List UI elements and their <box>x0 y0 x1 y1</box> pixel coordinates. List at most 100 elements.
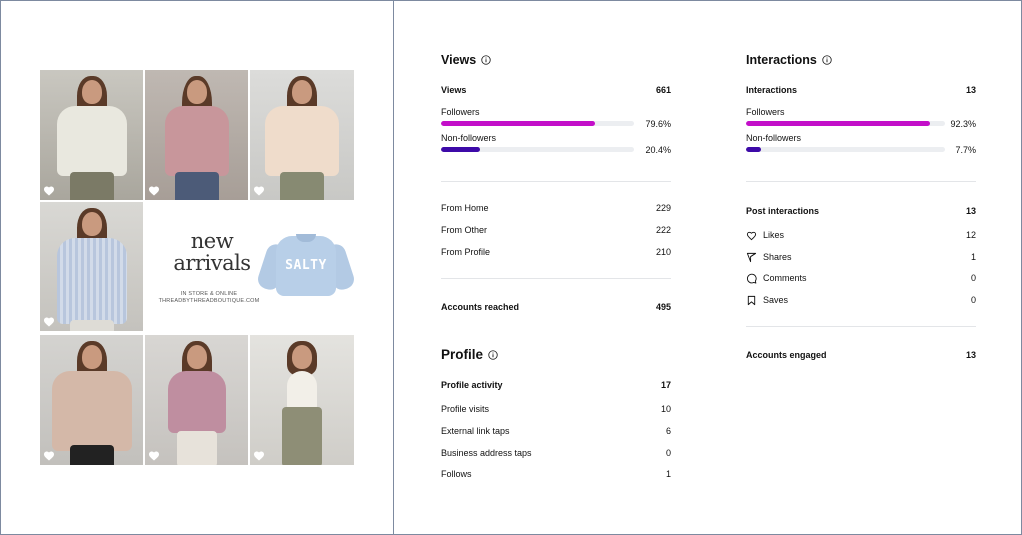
source-value: 210 <box>655 247 671 257</box>
profile-item-value: 0 <box>665 448 671 458</box>
sweatshirt-image: SALTY <box>255 230 357 302</box>
views-section-title: Views <box>441 53 491 67</box>
accounts-reached-label: Accounts reached <box>441 302 520 312</box>
likes-label: Likes <box>763 230 785 240</box>
accounts-engaged-row: Accounts engaged 13 <box>746 350 976 361</box>
source-label: From Profile <box>441 247 491 257</box>
post-interactions-value: 13 <box>965 206 976 216</box>
interactions-non-followers-bar-track <box>746 147 945 152</box>
comments-value: 0 <box>970 273 976 283</box>
post-collage[interactable]: new arrivals IN STORE & ONLINE THREADBYT… <box>40 70 357 465</box>
profile-item-label: Business address taps <box>441 448 532 458</box>
profile-item-row: External link taps 6 <box>441 426 671 437</box>
profile-item-label: External link taps <box>441 426 510 436</box>
likes-row: Likes 12 <box>746 230 976 241</box>
product-photo-cream-sweater <box>250 70 354 200</box>
post-interactions-row: Post interactions 13 <box>746 206 976 217</box>
saves-value: 0 <box>970 295 976 305</box>
interactions-followers-bar-track <box>746 121 945 126</box>
profile-item-label: Follows <box>441 469 472 479</box>
profile-item-row: Profile visits 10 <box>441 404 671 415</box>
profile-activity-label: Profile activity <box>441 380 503 390</box>
profile-activity-value: 17 <box>660 380 671 390</box>
views-non-followers-label-row: Non-followers <box>441 133 671 144</box>
profile-section-title: Profile <box>441 347 498 362</box>
product-photo-beige-sweater <box>40 335 143 465</box>
divider <box>441 278 671 279</box>
shares-row: Shares 1 <box>746 252 976 263</box>
profile-activity-row: Profile activity 17 <box>441 380 671 391</box>
profile-item-value: 1 <box>665 469 671 479</box>
info-icon[interactable] <box>822 55 832 65</box>
shares-value: 1 <box>970 252 976 262</box>
views-followers-bar-row: 79.6% <box>441 119 671 131</box>
views-total-label: Views <box>441 85 467 95</box>
comments-label: Comments <box>763 273 807 283</box>
profile-item-row: Business address taps 0 <box>441 448 671 459</box>
views-source-row: From Home 229 <box>441 203 671 214</box>
heart-icon <box>148 185 160 196</box>
accounts-engaged-label: Accounts engaged <box>746 350 827 360</box>
interactions-followers-bar <box>746 121 930 126</box>
views-followers-bar <box>441 121 595 126</box>
heart-icon <box>253 185 265 196</box>
interactions-total-row: Interactions 13 <box>746 85 976 96</box>
source-label: From Other <box>441 225 488 235</box>
sweatshirt-text: SALTY <box>285 258 327 273</box>
product-photo-mauve-tee <box>145 335 248 465</box>
profile-item-label: Profile visits <box>441 404 490 414</box>
divider <box>746 181 976 182</box>
send-icon <box>746 252 757 263</box>
views-source-row: From Profile 210 <box>441 247 671 258</box>
info-icon[interactable] <box>481 55 491 65</box>
heart-icon <box>43 185 55 196</box>
bookmark-icon <box>746 295 757 306</box>
views-followers-label: Followers <box>441 107 480 117</box>
profile-item-row: Follows 1 <box>441 469 671 480</box>
post-interactions-label: Post interactions <box>746 206 820 216</box>
saves-label: Saves <box>763 295 789 305</box>
interactions-followers-bar-row: 92.3% <box>746 119 976 131</box>
interactions-followers-label-row: Followers <box>746 107 976 118</box>
interactions-non-followers-bar-row: 7.7% <box>746 145 976 157</box>
comments-row: Comments 0 <box>746 273 976 284</box>
source-label: From Home <box>441 203 489 213</box>
comment-icon <box>746 273 757 284</box>
profile-item-value: 6 <box>665 426 671 436</box>
interactions-non-followers-percent: 7.7% <box>955 145 976 155</box>
profile-title-text: Profile <box>441 347 484 362</box>
likes-value: 12 <box>965 230 976 240</box>
promo-subtitle-line-1: IN STORE & ONLINE <box>180 291 238 297</box>
views-total-row: Views 661 <box>441 85 671 96</box>
views-source-row: From Other 222 <box>441 225 671 236</box>
new-arrivals-promo: new arrivals IN STORE & ONLINE THREADBYT… <box>144 202 357 331</box>
divider <box>746 326 976 327</box>
views-followers-label-row: Followers <box>441 107 671 118</box>
divider <box>441 181 671 182</box>
views-followers-bar-track <box>441 121 634 126</box>
views-non-followers-bar-track <box>441 147 634 152</box>
views-title-text: Views <box>441 53 477 67</box>
heart-icon <box>253 450 265 461</box>
shares-label: Shares <box>763 252 792 262</box>
interactions-section-title: Interactions <box>746 53 832 67</box>
interactions-total-value: 13 <box>965 85 976 95</box>
views-non-followers-label: Non-followers <box>441 133 497 143</box>
product-photo-striped-shirt <box>40 202 143 331</box>
interactions-non-followers-label-row: Non-followers <box>746 133 976 144</box>
source-value: 222 <box>655 225 671 235</box>
panel-divider <box>393 0 394 535</box>
source-value: 229 <box>655 203 671 213</box>
heart-icon <box>43 450 55 461</box>
views-non-followers-bar <box>441 147 481 152</box>
info-icon[interactable] <box>488 349 498 360</box>
promo-subtitle-line-2: THREADBYTHREADBOUTIQUE.COM <box>158 298 260 304</box>
interactions-non-followers-bar <box>746 147 762 152</box>
interactions-non-followers-label: Non-followers <box>746 133 802 143</box>
interactions-followers-label: Followers <box>746 107 785 117</box>
saves-row: Saves 0 <box>746 295 976 306</box>
accounts-reached-row: Accounts reached 495 <box>441 302 671 313</box>
profile-item-value: 10 <box>660 404 671 414</box>
views-non-followers-percent: 20.4% <box>645 145 671 155</box>
accounts-engaged-value: 13 <box>965 350 976 360</box>
